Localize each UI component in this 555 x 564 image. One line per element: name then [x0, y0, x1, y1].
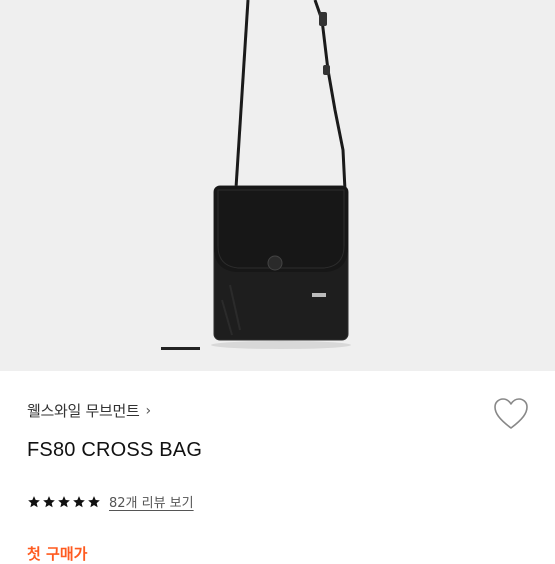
product-title: FS80 CROSS BAG — [27, 439, 203, 461]
product-image — [211, 0, 351, 349]
brand-link[interactable]: 웰스와일 무브먼트 › — [27, 400, 151, 421]
brand-name: 웰스와일 무브먼트 — [27, 402, 140, 420]
rating-row: 82개 리뷰 보기 — [27, 492, 194, 511]
carousel-indicator — [0, 347, 555, 350]
star-icon — [58, 495, 70, 507]
star-icon — [73, 495, 85, 507]
wishlist-heart-button[interactable] — [493, 397, 529, 431]
rating-stars — [27, 495, 101, 509]
carousel-indicator-active — [161, 347, 200, 350]
first-purchase-price-label: 첫 구매가 — [27, 545, 88, 563]
heart-icon — [494, 398, 528, 429]
chevron-right-icon: › — [145, 402, 151, 419]
star-icon — [43, 495, 55, 507]
star-icon — [88, 495, 100, 507]
star-icon — [28, 495, 40, 507]
product-image-carousel[interactable] — [0, 0, 555, 371]
review-link[interactable]: 82개 리뷰 보기 — [109, 492, 194, 511]
